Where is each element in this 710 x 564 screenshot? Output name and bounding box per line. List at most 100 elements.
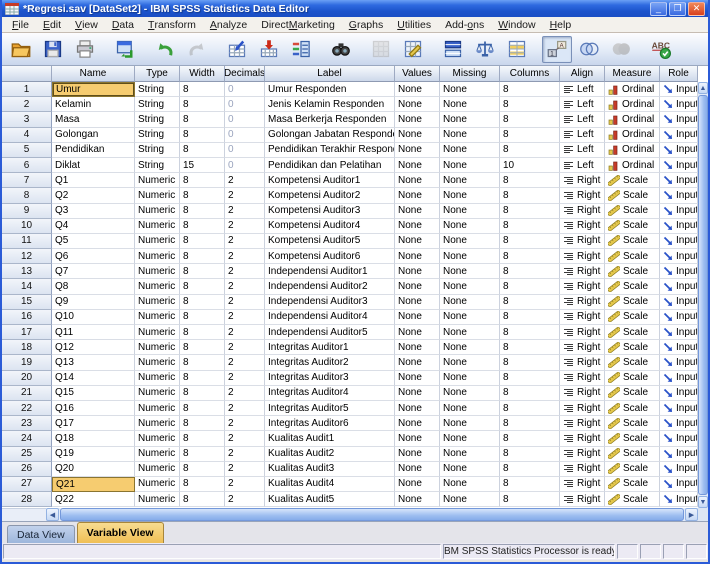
align-cell[interactable]: Left	[560, 112, 605, 127]
vertical-scrollbar[interactable]: ▲ ▼	[698, 82, 708, 508]
label-cell[interactable]: Kualitas Audit1	[265, 431, 395, 446]
width-cell[interactable]: 8	[180, 416, 225, 431]
open-data-button[interactable]	[6, 36, 36, 63]
type-cell[interactable]: String	[135, 112, 180, 127]
values-cell[interactable]: None	[395, 492, 440, 507]
menu-item-utilities[interactable]: Utilities	[390, 17, 438, 32]
name-cell[interactable]: Q1	[52, 173, 135, 188]
measure-cell[interactable]: Scale	[605, 416, 660, 431]
measure-cell[interactable]: Scale	[605, 279, 660, 294]
align-cell[interactable]: Right	[560, 431, 605, 446]
row-header[interactable]: 23	[2, 416, 52, 431]
type-cell[interactable]: Numeric	[135, 447, 180, 462]
align-cell[interactable]: Right	[560, 219, 605, 234]
width-cell[interactable]: 8	[180, 279, 225, 294]
menu-item-edit[interactable]: Edit	[36, 17, 68, 32]
role-cell[interactable]: Input	[660, 447, 698, 462]
align-cell[interactable]: Left	[560, 97, 605, 112]
decimals-cell[interactable]: 2	[225, 416, 265, 431]
label-cell[interactable]: Kompetensi Auditor1	[265, 173, 395, 188]
decimals-cell[interactable]: 0	[225, 82, 265, 97]
columns-cell[interactable]: 8	[500, 112, 560, 127]
align-cell[interactable]: Right	[560, 371, 605, 386]
type-cell[interactable]: String	[135, 128, 180, 143]
type-cell[interactable]: Numeric	[135, 188, 180, 203]
align-cell[interactable]: Right	[560, 386, 605, 401]
label-cell[interactable]: Kualitas Audit4	[265, 477, 395, 492]
width-cell[interactable]: 8	[180, 310, 225, 325]
missing-cell[interactable]: None	[440, 158, 500, 173]
type-cell[interactable]: Numeric	[135, 249, 180, 264]
columns-cell[interactable]: 8	[500, 249, 560, 264]
recall-dialogs-button[interactable]	[110, 36, 140, 63]
row-header[interactable]: 25	[2, 447, 52, 462]
decimals-cell[interactable]: 2	[225, 310, 265, 325]
align-cell[interactable]: Right	[560, 310, 605, 325]
role-cell[interactable]: Input	[660, 386, 698, 401]
name-cell[interactable]: Q4	[52, 219, 135, 234]
missing-cell[interactable]: None	[440, 173, 500, 188]
row-header[interactable]: 14	[2, 279, 52, 294]
decimals-cell[interactable]: 0	[225, 128, 265, 143]
values-cell[interactable]: None	[395, 188, 440, 203]
scroll-right-button[interactable]: ▶	[685, 508, 698, 521]
name-cell[interactable]: Q6	[52, 249, 135, 264]
missing-cell[interactable]: None	[440, 477, 500, 492]
columns-cell[interactable]: 8	[500, 492, 560, 507]
measure-cell[interactable]: Scale	[605, 249, 660, 264]
missing-cell[interactable]: None	[440, 462, 500, 477]
role-cell[interactable]: Input	[660, 295, 698, 310]
width-cell[interactable]: 8	[180, 173, 225, 188]
values-cell[interactable]: None	[395, 112, 440, 127]
label-cell[interactable]: Kompetensi Auditor2	[265, 188, 395, 203]
decimals-cell[interactable]: 2	[225, 204, 265, 219]
scroll-up-button[interactable]: ▲	[698, 82, 708, 94]
values-cell[interactable]: None	[395, 82, 440, 97]
row-header[interactable]: 28	[2, 492, 52, 507]
measure-cell[interactable]: Ordinal	[605, 143, 660, 158]
role-cell[interactable]: Input	[660, 249, 698, 264]
type-cell[interactable]: String	[135, 158, 180, 173]
align-cell[interactable]: Right	[560, 325, 605, 340]
values-cell[interactable]: None	[395, 295, 440, 310]
role-cell[interactable]: Input	[660, 234, 698, 249]
menu-item-window[interactable]: Window	[491, 17, 542, 32]
type-cell[interactable]: Numeric	[135, 371, 180, 386]
width-cell[interactable]: 8	[180, 204, 225, 219]
align-cell[interactable]: Left	[560, 143, 605, 158]
values-cell[interactable]: None	[395, 310, 440, 325]
align-cell[interactable]: Right	[560, 173, 605, 188]
missing-cell[interactable]: None	[440, 204, 500, 219]
goto-variable-button[interactable]	[254, 36, 284, 63]
role-cell[interactable]: Input	[660, 188, 698, 203]
decimals-cell[interactable]: 2	[225, 477, 265, 492]
missing-cell[interactable]: None	[440, 219, 500, 234]
name-cell[interactable]: Q18	[52, 431, 135, 446]
width-cell[interactable]: 8	[180, 112, 225, 127]
missing-cell[interactable]: None	[440, 340, 500, 355]
row-header[interactable]: 18	[2, 340, 52, 355]
columns-cell[interactable]: 8	[500, 97, 560, 112]
type-cell[interactable]: Numeric	[135, 492, 180, 507]
values-cell[interactable]: None	[395, 97, 440, 112]
width-cell[interactable]: 8	[180, 431, 225, 446]
values-cell[interactable]: None	[395, 264, 440, 279]
decimals-cell[interactable]: 2	[225, 264, 265, 279]
tab-variable-view[interactable]: Variable View	[77, 522, 164, 543]
columns-cell[interactable]: 10	[500, 158, 560, 173]
width-cell[interactable]: 8	[180, 447, 225, 462]
row-header[interactable]: 20	[2, 371, 52, 386]
role-cell[interactable]: Input	[660, 219, 698, 234]
values-cell[interactable]: None	[395, 447, 440, 462]
row-header[interactable]: 9	[2, 204, 52, 219]
measure-cell[interactable]: Scale	[605, 477, 660, 492]
decimals-cell[interactable]: 2	[225, 219, 265, 234]
row-header[interactable]: 24	[2, 431, 52, 446]
width-cell[interactable]: 8	[180, 295, 225, 310]
decimals-cell[interactable]: 2	[225, 355, 265, 370]
name-cell[interactable]: Q3	[52, 204, 135, 219]
measure-cell[interactable]: Scale	[605, 431, 660, 446]
role-cell[interactable]: Input	[660, 264, 698, 279]
role-cell[interactable]: Input	[660, 173, 698, 188]
menu-item-transform[interactable]: Transform	[141, 17, 203, 32]
